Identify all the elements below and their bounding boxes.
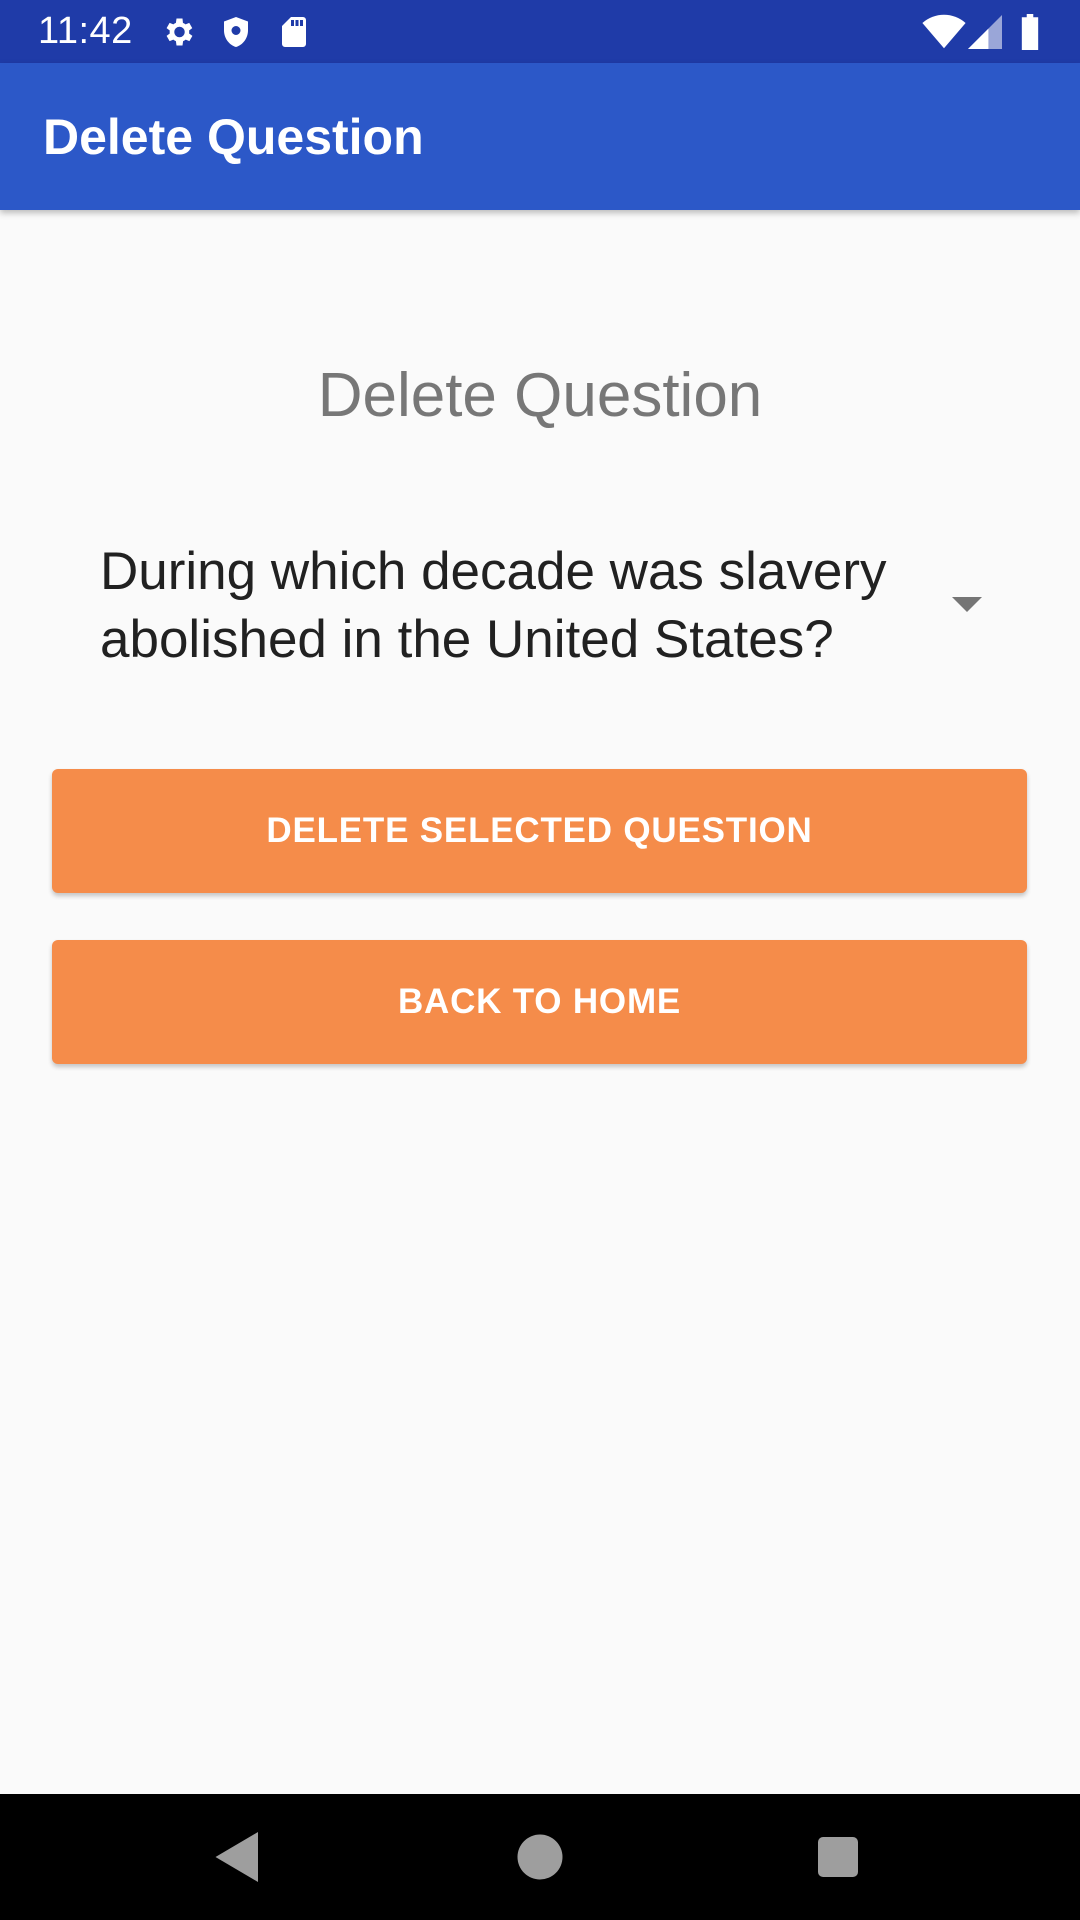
status-bar: 11:42	[0, 0, 1080, 63]
spinner-selected-value: During which decade was slavery abolishe…	[100, 542, 887, 669]
back-to-home-button[interactable]: BACK TO HOME	[52, 940, 1027, 1064]
back-icon[interactable]	[208, 1827, 268, 1887]
recents-icon[interactable]	[808, 1827, 868, 1887]
sd-card-icon	[276, 14, 312, 50]
question-spinner[interactable]: During which decade was slavery abolishe…	[100, 538, 982, 678]
app-bar-title: Delete Question	[43, 109, 424, 165]
shield-icon	[218, 14, 254, 50]
delete-selected-question-button[interactable]: DELETE SELECTED QUESTION	[52, 769, 1027, 893]
navigation-bar	[0, 1794, 1080, 1920]
gear-icon	[160, 14, 196, 50]
wifi-icon	[922, 14, 966, 50]
dropdown-arrow-icon	[952, 597, 982, 612]
battery-icon	[1018, 14, 1042, 50]
home-icon[interactable]	[510, 1827, 570, 1887]
app-bar: Delete Question	[0, 63, 1080, 210]
status-time: 11:42	[38, 10, 133, 52]
page-heading: Delete Question	[317, 361, 763, 430]
signal-icon	[968, 14, 1002, 50]
